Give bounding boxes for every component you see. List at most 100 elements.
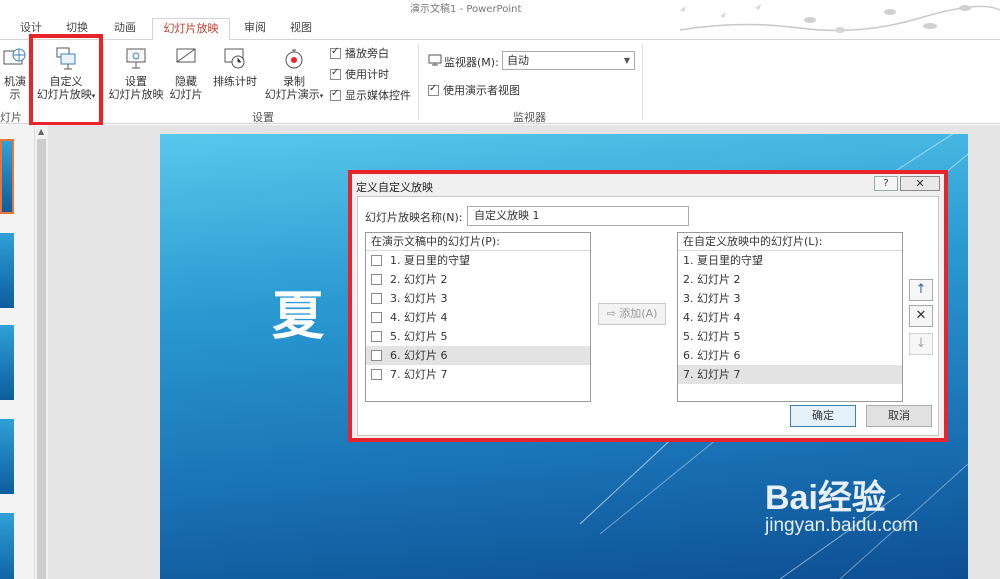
ribbon-divider <box>418 44 419 120</box>
tab-review[interactable]: 审阅 <box>236 18 274 40</box>
chevron-down-icon: ▼ <box>623 56 630 65</box>
group-monitor-label: 监视器 <box>513 111 546 124</box>
use-timings-checkbox[interactable]: 使用计时 <box>330 66 389 82</box>
list-item[interactable]: 1. 夏日里的守望 <box>678 251 902 270</box>
baidu-watermark: Bai经验 jingyan.baidu.com <box>765 470 918 537</box>
ribbon-divider <box>103 44 104 120</box>
show-media-controls-label: 显示媒体控件 <box>345 89 411 102</box>
group-setup-label: 设置 <box>252 111 274 124</box>
show-name-input[interactable]: 自定义放映 1 <box>467 206 689 226</box>
custom-show-slides-header: 在自定义放映中的幻灯片(L): <box>678 233 902 251</box>
annotation-highlight-box <box>29 34 103 126</box>
play-narration-checkbox[interactable]: 播放旁白 <box>330 45 389 61</box>
list-item[interactable]: 2. 幻灯片 2 <box>678 270 902 289</box>
list-item-label: 7. 幻灯片 7 <box>390 368 448 381</box>
custom-show-slides-list[interactable]: 在自定义放映中的幻灯片(L): 1. 夏日里的守望 2. 幻灯片 2 3. 幻灯… <box>677 232 903 402</box>
list-item[interactable]: 7. 幻灯片 7 <box>366 365 590 384</box>
hide-slide-label-1: 隐藏 <box>175 75 197 88</box>
checkbox-icon <box>330 46 341 59</box>
presentation-slides-list[interactable]: 在演示文稿中的幻灯片(P): 1. 夏日里的守望 2. 幻灯片 2 3. 幻灯片… <box>365 232 591 402</box>
list-item[interactable]: 5. 幻灯片 5 <box>366 327 590 346</box>
checkbox-icon[interactable] <box>371 274 382 285</box>
checkbox-icon[interactable] <box>371 255 382 266</box>
checkbox-icon <box>330 67 341 80</box>
setup-slideshow-label-1: 设置 <box>125 75 147 88</box>
tab-slideshow[interactable]: 幻灯片放映 <box>152 18 230 40</box>
setup-slideshow-button[interactable]: 设置 幻灯片放映 <box>106 46 166 101</box>
list-item[interactable]: 4. 幻灯片 4 <box>366 308 590 327</box>
list-item[interactable]: 7. 幻灯片 7 <box>678 365 902 384</box>
scrollbar-thumb[interactable] <box>37 139 46 579</box>
list-item-label: 1. 夏日里的守望 <box>390 254 470 267</box>
rehearse-timings-label: 排练计时 <box>213 75 257 88</box>
checkbox-icon[interactable] <box>371 350 382 361</box>
list-item[interactable]: 3. 幻灯片 3 <box>366 289 590 308</box>
ok-button[interactable]: 确定 <box>790 405 856 427</box>
list-item[interactable]: 4. 幻灯片 4 <box>678 308 902 327</box>
slide-title-text[interactable]: 夏 <box>272 274 324 349</box>
checkbox-icon[interactable] <box>371 312 382 323</box>
presentation-slides-header: 在演示文稿中的幻灯片(P): <box>366 233 590 251</box>
slide-thumbnail[interactable] <box>0 325 14 400</box>
move-up-button[interactable]: ↑ <box>909 279 933 301</box>
record-stopwatch-icon <box>285 49 303 69</box>
record-label-1: 录制 <box>283 75 305 88</box>
add-button[interactable]: ⇨ 添加(A) <box>598 303 666 325</box>
slide-thumbnail[interactable] <box>0 419 14 494</box>
arrow-right-icon: ⇨ <box>606 307 620 320</box>
thumbnail-scrollbar[interactable]: ▲ <box>34 125 48 579</box>
list-item[interactable]: 2. 幻灯片 2 <box>366 270 590 289</box>
rehearse-timings-icon <box>224 48 245 69</box>
list-item-label: 4. 幻灯片 4 <box>390 311 448 324</box>
globe-screen-icon <box>3 48 26 65</box>
hide-slide-button[interactable]: 隐藏 幻灯片 <box>167 46 205 101</box>
list-item[interactable]: 5. 幻灯片 5 <box>678 327 902 346</box>
tab-animations[interactable]: 动画 <box>106 18 144 40</box>
close-button[interactable]: ✕ <box>900 176 940 191</box>
hide-slide-icon <box>176 48 196 63</box>
checkbox-icon[interactable] <box>371 293 382 304</box>
presenter-view-checkbox[interactable]: 使用演示者视图 <box>428 82 520 98</box>
monitor-icon <box>428 54 442 66</box>
arrow-down-icon: ↓ <box>915 336 927 351</box>
list-item[interactable]: 3. 幻灯片 3 <box>678 289 902 308</box>
record-slideshow-button[interactable]: 录制 幻灯片演示▾ <box>262 46 326 103</box>
title-bar: 演示文稿1 - PowerPoint <box>0 0 1000 33</box>
remove-icon: ✕ <box>915 308 927 323</box>
checkbox-icon[interactable] <box>371 331 382 342</box>
slide-thumbnail[interactable] <box>0 513 14 579</box>
scroll-up-icon[interactable]: ▲ <box>38 127 44 136</box>
list-item[interactable]: 6. 幻灯片 6 <box>366 346 590 365</box>
window-title: 演示文稿1 - PowerPoint <box>410 4 522 15</box>
play-narration-label: 播放旁白 <box>345 47 389 60</box>
tab-view[interactable]: 视图 <box>282 18 320 40</box>
add-button-label: 添加(A) <box>619 307 658 320</box>
remove-button[interactable]: ✕ <box>909 305 933 327</box>
list-item[interactable]: 6. 幻灯片 6 <box>678 346 902 365</box>
help-button[interactable]: ? <box>874 176 898 191</box>
online-present-label: 机演示 <box>4 75 26 101</box>
slide-thumbnail[interactable] <box>0 233 14 308</box>
slide-thumbnail[interactable] <box>0 139 14 214</box>
list-item[interactable]: 1. 夏日里的守望 <box>366 251 590 270</box>
monitor-select[interactable]: 自动 ▼ <box>502 51 635 70</box>
list-item-label: 5. 幻灯片 5 <box>390 330 448 343</box>
setup-slideshow-label-2: 幻灯片放映 <box>108 88 164 101</box>
show-media-controls-checkbox[interactable]: 显示媒体控件 <box>330 87 411 103</box>
online-present-button[interactable]: 机演示 <box>0 46 30 101</box>
list-item-label: 2. 幻灯片 2 <box>390 273 448 286</box>
ribbon: 机演示 灯片 自定义 幻灯片放映▾ 设置 幻灯片放映 隐藏 幻灯片 排练计时 录… <box>0 39 1000 124</box>
list-item-label: 6. 幻灯片 6 <box>390 349 448 362</box>
dropdown-arrow-icon: ▾ <box>319 92 324 100</box>
cancel-button[interactable]: 取消 <box>866 405 932 427</box>
show-name-label: 幻灯片放映名称(N): <box>365 211 463 224</box>
watermark-logo-text: Bai经验 <box>765 479 886 517</box>
rehearse-timings-button[interactable]: 排练计时 <box>210 46 260 88</box>
use-timings-label: 使用计时 <box>345 68 389 81</box>
group-start-label: 灯片 <box>0 111 22 124</box>
list-item-label: 3. 幻灯片 3 <box>390 292 448 305</box>
presenter-view-label: 使用演示者视图 <box>443 84 520 97</box>
slide-thumbnail-pane[interactable] <box>0 125 34 579</box>
checkbox-icon[interactable] <box>371 369 382 380</box>
move-down-button[interactable]: ↓ <box>909 333 933 355</box>
